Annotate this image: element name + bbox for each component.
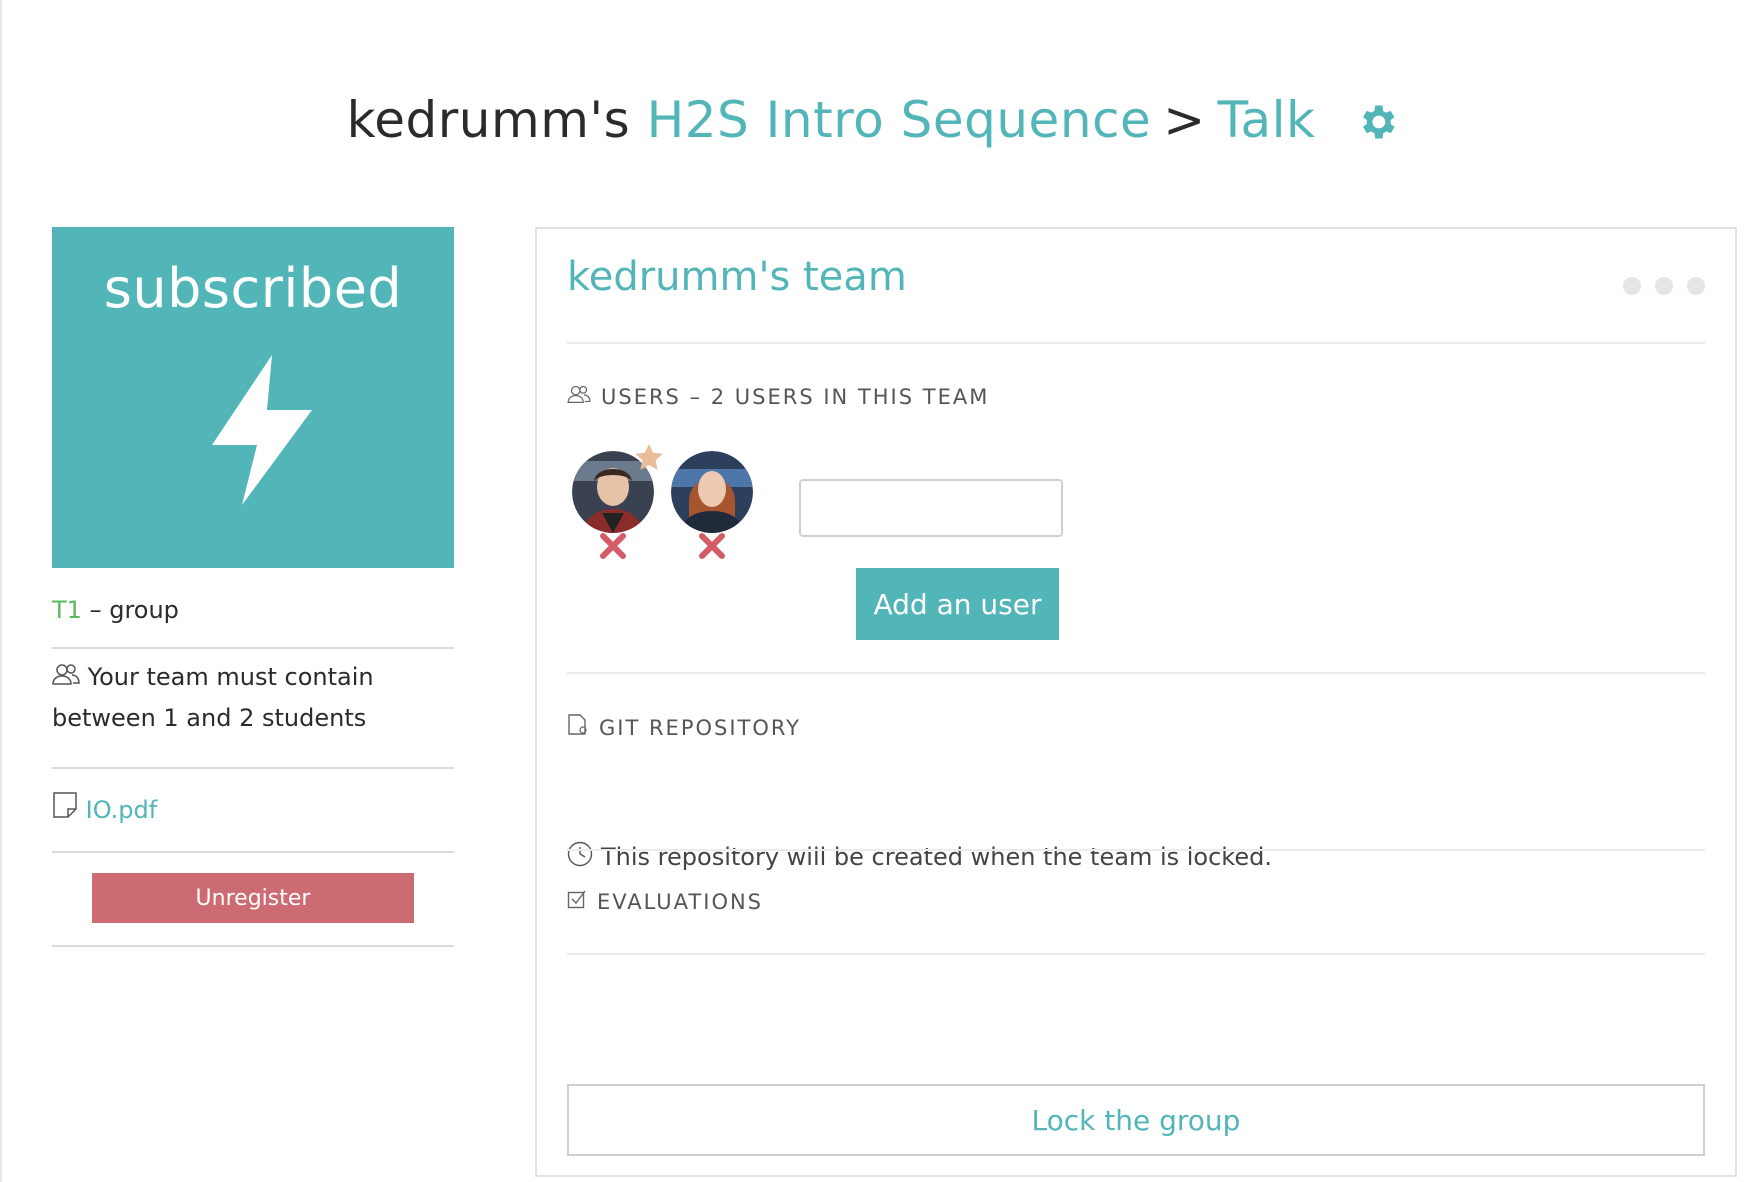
repository-note-text: This repository will be created when the… (601, 843, 1272, 871)
git-section-heading: GIT REPOSITORY (567, 714, 801, 741)
section-divider (567, 849, 1705, 851)
group-type-row: T1 – group (52, 570, 454, 649)
evaluations-section-heading: EVALUATIONS (567, 889, 763, 914)
breadcrumb-project-link[interactable]: H2S Intro Sequence (647, 91, 1152, 149)
remove-x-icon[interactable] (598, 531, 628, 561)
lock-group-button[interactable]: Lock the group (567, 1084, 1705, 1156)
group-tag: T1 (52, 596, 82, 624)
unregister-row: Unregister (52, 853, 454, 947)
owner-star-icon (635, 443, 663, 470)
team-member (671, 451, 753, 561)
users-icon (52, 658, 80, 698)
dot-icon (1687, 277, 1705, 295)
breadcrumb: kedrumm's H2S Intro Sequence > Talk (0, 80, 1746, 160)
team-member (572, 443, 663, 561)
section-divider (567, 953, 1705, 955)
clock-icon (567, 841, 593, 873)
section-divider (567, 672, 1705, 674)
status-label: subscribed (103, 257, 403, 320)
breadcrumb-owner: kedrumm's (346, 91, 631, 149)
breadcrumb-separator: > (1163, 91, 1206, 149)
evaluations-heading-text: EVALUATIONS (597, 889, 764, 914)
remove-x-icon[interactable] (697, 531, 727, 561)
attachment-link[interactable]: IO.pdf (86, 796, 158, 824)
git-heading-text: GIT REPOSITORY (599, 715, 801, 740)
team-title: kedrumm's team (567, 254, 907, 300)
file-icon (52, 770, 78, 852)
attachment-row: IO.pdf (52, 769, 454, 853)
team-size-text: Your team must contain between 1 and 2 s… (52, 663, 374, 732)
group-type-label: – group (89, 596, 179, 624)
group-info-list: T1 – group Your team must contain betwee… (52, 570, 454, 947)
users-heading-text: USERS – 2 USERS IN THIS TEAM (601, 384, 990, 409)
page-left-border (0, 0, 2, 1182)
repository-note: This repository will be created when the… (567, 841, 1272, 873)
checkbox-icon (567, 889, 587, 914)
dot-icon (1655, 277, 1673, 295)
add-user-input[interactable] (799, 479, 1063, 537)
lightning-bolt-icon (212, 355, 312, 505)
unregister-button[interactable]: Unregister (92, 873, 414, 923)
breadcrumb-activity-link[interactable]: Talk (1218, 91, 1316, 149)
git-file-icon (567, 714, 589, 741)
section-divider (567, 342, 1705, 344)
team-panel: kedrumm's team USERS – 2 USERS IN THIS T… (535, 227, 1737, 1177)
add-user-button[interactable]: Add an user (856, 568, 1059, 640)
users-icon (567, 384, 591, 409)
gear-icon[interactable] (1355, 98, 1399, 142)
team-size-row: Your team must contain between 1 and 2 s… (52, 649, 454, 769)
dot-icon (1623, 277, 1641, 295)
panel-options-menu[interactable] (1623, 277, 1705, 295)
users-section-heading: USERS – 2 USERS IN THIS TEAM (567, 384, 989, 409)
avatar[interactable] (671, 451, 753, 533)
subscription-status-tile: subscribed (52, 227, 454, 568)
